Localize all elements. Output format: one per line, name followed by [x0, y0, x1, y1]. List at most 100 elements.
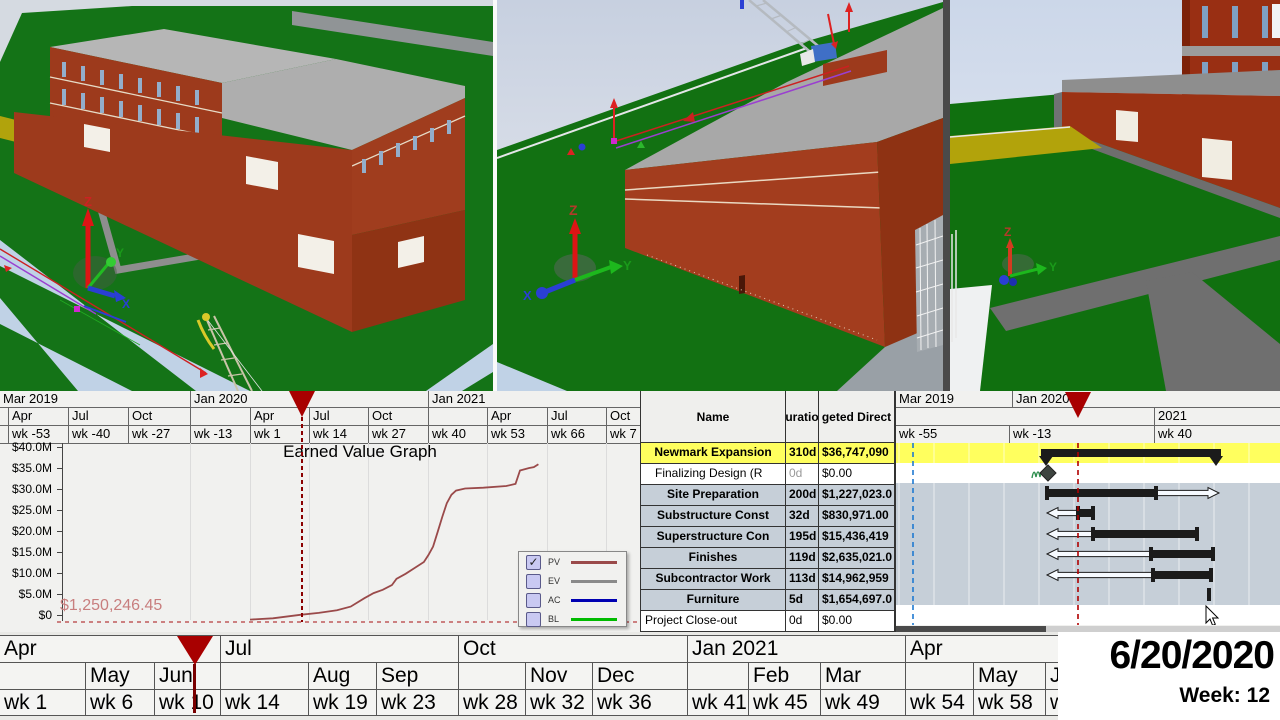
timeline-week-cell[interactable]: wk 41	[687, 690, 748, 716]
viewport-3d-right[interactable]: Z Y	[950, 0, 1280, 391]
column-header[interactable]: uratio	[786, 391, 819, 442]
timeline-week-cell[interactable]: wk 6	[85, 690, 154, 716]
task-row[interactable]: Newmark Expansion 310d $36,747,090	[641, 443, 896, 464]
task-row[interactable]: Substructure Const 32d $830,971.00	[641, 506, 896, 527]
timeline-playhead-marker[interactable]	[177, 636, 213, 665]
viewport-divider	[943, 0, 950, 391]
gantt-timeline-cell[interactable]: 2021	[1154, 408, 1280, 425]
timeline-week-cell[interactable]: wk 10	[154, 690, 220, 716]
ev-playhead-marker[interactable]	[289, 391, 315, 417]
timeline-quarter-cell[interactable]: Apr	[905, 636, 1058, 662]
ev-playhead-line	[301, 417, 303, 622]
gantt-timeline-cell[interactable]: Jan 2020	[1012, 391, 1280, 407]
timeline-week-cell[interactable]: wk 36	[592, 690, 687, 716]
svg-text:Y: Y	[1049, 260, 1057, 274]
viewport-left-scene: Z Y X	[0, 0, 493, 391]
timeline-week-cell[interactable]: wk 32	[525, 690, 592, 716]
timeline-month-cell[interactable]: Mar	[820, 663, 905, 689]
legend-label: PV	[548, 557, 561, 567]
timeline-week-cell[interactable]: wk 54	[905, 690, 973, 716]
door	[1116, 110, 1138, 142]
task-cost: $36,747,090	[819, 443, 895, 463]
timeline-quarters-row[interactable]: Apr Jul Oct Jan 2021 Apr	[0, 636, 1058, 663]
master-timeline[interactable]: Apr Jul Oct Jan 2021 Apr May Jun Aug Sep Nov Dec F…	[0, 635, 1058, 716]
task-row[interactable]: Superstructure Con 195d $15,436,419	[641, 527, 896, 548]
timeline-week-cell[interactable]: wk 45	[748, 690, 820, 716]
timeline-month-cell[interactable]	[220, 663, 308, 689]
timeline-month-cell[interactable]: Ju	[1045, 663, 1058, 689]
svg-text:Z: Z	[84, 194, 92, 209]
task-name: Finalizing Design (R	[641, 464, 786, 484]
timeline-month-cell[interactable]: Nov	[525, 663, 592, 689]
legend-checkbox-ac[interactable]	[526, 593, 541, 608]
legend-line-swatch	[571, 580, 617, 583]
column-header[interactable]: Name	[641, 391, 786, 442]
svg-text:X: X	[122, 297, 130, 311]
task-cost: $830,971.00	[819, 506, 895, 526]
timeline-week-cell[interactable]: wk 19	[308, 690, 376, 716]
svg-text:Y: Y	[116, 246, 124, 260]
gantt-timeline-cell[interactable]	[896, 408, 1154, 425]
viewport-3d-left[interactable]: Z Y X	[0, 0, 493, 391]
svg-text:Y: Y	[623, 258, 632, 273]
legend-checkbox-pv[interactable]: ✓	[526, 555, 541, 570]
timeline-week-cell[interactable]: wk 1	[0, 690, 85, 716]
gantt-timeline-cell[interactable]: Mar 2019	[896, 391, 1012, 407]
timeline-week-cell[interactable]: wk 14	[220, 690, 308, 716]
current-date: 6/20/2020	[1109, 634, 1275, 677]
timeline-month-cell[interactable]: Sep	[376, 663, 458, 689]
timeline-months-row[interactable]: MayJunAugSepNovDecFebMarMayJu	[0, 663, 1058, 690]
timeline-month-cell[interactable]	[687, 663, 748, 689]
task-name: Project Close-out	[641, 611, 786, 631]
gantt-table: Name uratio geted Direct Newmark Expansion…	[640, 391, 896, 632]
viewport-3d-center[interactable]: Z Y X	[497, 0, 943, 391]
gantt-hscrollbar-thumb[interactable]	[896, 626, 1046, 632]
timeline-weeks-row[interactable]: wk 1 wk 6 wk 10 wk 14 wk 19 wk 23 wk 28 wk 32 wk…	[0, 690, 1058, 716]
legend-checkbox-bl[interactable]	[526, 612, 541, 627]
task-duration: 200d	[786, 485, 819, 505]
timeline-week-cell[interactable]: w	[1045, 690, 1058, 716]
timeline-week-cell[interactable]: wk 58	[973, 690, 1045, 716]
gantt-table-header: Name uratio geted Direct	[641, 391, 896, 443]
timeline-month-cell[interactable]: May	[973, 663, 1045, 689]
timeline-quarter-cell[interactable]: Oct	[458, 636, 687, 662]
task-row[interactable]: Project Close-out 0d $0.00	[641, 611, 896, 632]
timeline-week-cell[interactable]: wk 23	[376, 690, 458, 716]
timeline-week-cell[interactable]: wk 49	[820, 690, 905, 716]
gantt-timeline-cell[interactable]: wk -55	[896, 426, 1009, 443]
viewport-right-scene: Z Y	[950, 0, 1280, 391]
legend-row-ac: AC	[519, 591, 626, 609]
task-row[interactable]: Site Preparation 200d $1,227,023.0	[641, 485, 896, 506]
gantt-playhead-marker[interactable]	[1065, 392, 1091, 418]
timeline-month-cell[interactable]	[458, 663, 525, 689]
task-row[interactable]: Finishes 119d $2,635,021.0	[641, 548, 896, 569]
timeline-month-cell[interactable]: Feb	[748, 663, 820, 689]
timeline-month-cell[interactable]: May	[85, 663, 154, 689]
timeline-month-cell[interactable]: Aug	[308, 663, 376, 689]
legend-line-swatch	[571, 618, 617, 621]
timeline-quarter-cell[interactable]: Jul	[220, 636, 458, 662]
legend-line-swatch	[571, 599, 617, 602]
svg-text:Z: Z	[1004, 225, 1011, 239]
task-name: Subcontractor Work	[641, 569, 786, 589]
timeline-month-cell[interactable]	[0, 663, 85, 689]
legend-row-bl: BL	[519, 610, 626, 628]
task-row[interactable]: Finalizing Design (R 0d $0.00	[641, 464, 896, 485]
legend-label: EV	[548, 576, 561, 586]
legend-row-pv: ✓ PV	[519, 553, 626, 571]
task-name: Finishes	[641, 548, 786, 568]
column-header[interactable]: geted Direct	[819, 391, 895, 442]
timeline-quarter-cell[interactable]: Jan 2021	[687, 636, 905, 662]
task-row[interactable]: Subcontractor Work 113d $14,962,959	[641, 569, 896, 590]
gantt-timeline-cell[interactable]: wk -13	[1009, 426, 1154, 443]
timeline-month-cell[interactable]: Dec	[592, 663, 687, 689]
task-row[interactable]: Furniture 5d $1,654,697.0	[641, 590, 896, 611]
timeline-month-cell[interactable]: Jun	[154, 663, 220, 689]
timeline-week-cell[interactable]: wk 28	[458, 690, 525, 716]
task-duration: 5d	[786, 590, 819, 610]
task-duration: 0d	[786, 464, 819, 484]
legend-checkbox-ev[interactable]	[526, 574, 541, 589]
timeline-month-cell[interactable]	[905, 663, 973, 689]
task-name: Newmark Expansion	[641, 443, 786, 463]
gantt-timeline-cell[interactable]: wk 40	[1154, 426, 1280, 443]
